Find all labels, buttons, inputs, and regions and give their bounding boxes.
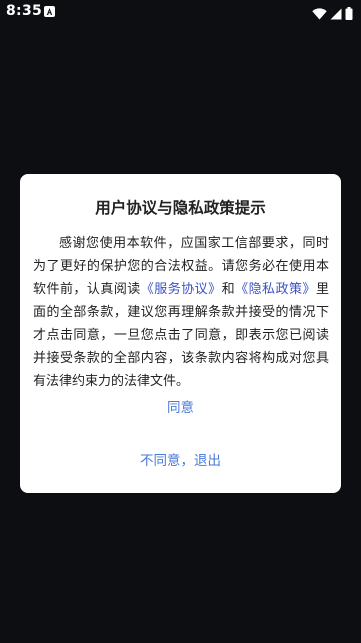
battery-icon	[345, 5, 353, 24]
body-text-and: 和	[221, 282, 236, 297]
a-notification-icon	[44, 6, 55, 17]
cell-signal-icon	[330, 5, 342, 24]
agree-button[interactable]: 同意	[20, 396, 341, 418]
body-text-after: 里面的全部条款，建议您再理解条款并接受的情况下才点击同意，一旦您点击了同意，即表…	[33, 282, 329, 389]
status-bar: 8:35	[0, 0, 361, 24]
dialog-body: 感谢您使用本软件，应国家工信部要求，同时为了更好的保护您的合法权益。请您务必在使…	[33, 232, 329, 393]
status-icons	[312, 5, 353, 24]
privacy-policy-link[interactable]: 《隐私政策》	[235, 282, 316, 297]
privacy-dialog: 用户协议与隐私政策提示 感谢您使用本软件，应国家工信部要求，同时为了更好的保护您…	[20, 174, 341, 493]
wifi-icon	[312, 5, 327, 24]
service-agreement-link[interactable]: 《服务协议》	[141, 282, 222, 297]
status-time: 8:35	[6, 3, 43, 19]
disagree-exit-button[interactable]: 不同意，退出	[20, 449, 341, 471]
dialog-title: 用户协议与隐私政策提示	[95, 199, 266, 217]
